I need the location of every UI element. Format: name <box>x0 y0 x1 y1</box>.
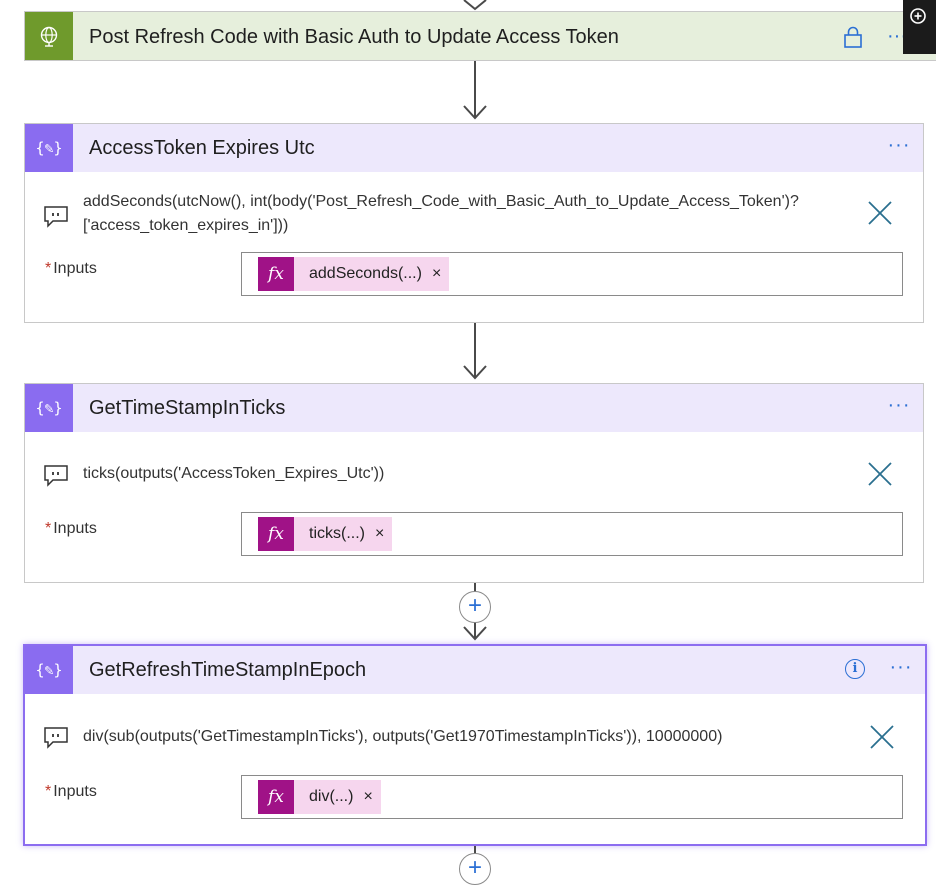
expression-text: div(sub(outputs('GetTimestampInTicks'), … <box>83 728 723 745</box>
compose-card-getrefreshtimestampinepoch[interactable]: {✎} GetRefreshTimeStampInEpoch i ··· div… <box>23 644 927 846</box>
inputs-label-text: Inputs <box>53 783 97 800</box>
globe-icon <box>40 26 58 47</box>
lock-icon[interactable] <box>841 25 865 49</box>
inputs-field[interactable]: fx addSeconds(...) × <box>241 252 903 296</box>
inputs-label: * Inputs <box>45 783 97 801</box>
fx-icon: fx <box>258 517 294 551</box>
fx-icon: fx <box>258 780 294 814</box>
token-remove-button[interactable]: × <box>363 788 372 806</box>
expression-token[interactable]: fx addSeconds(...) × <box>258 257 450 291</box>
insert-step-button[interactable]: + <box>459 591 491 623</box>
token-label: addSeconds(...) <box>309 265 422 282</box>
required-marker: * <box>45 260 52 277</box>
more-options-button[interactable]: ··· <box>885 135 913 160</box>
close-icon[interactable] <box>867 461 893 487</box>
expression-text: addSeconds(utcNow(), int(body('Post_Refr… <box>83 190 863 238</box>
card-header[interactable]: {✎} GetRefreshTimeStampInEpoch i ··· <box>25 646 925 694</box>
compose-card-accesstoken-expires-utc[interactable]: {✎} AccessToken Expires Utc ··· addSecon… <box>24 123 924 323</box>
expression-token[interactable]: fx ticks(...) × <box>258 517 393 551</box>
expression-token[interactable]: fx div(...) × <box>258 780 381 814</box>
zoom-in-button[interactable] <box>903 0 936 54</box>
inputs-label: * Inputs <box>45 260 97 278</box>
inputs-label-text: Inputs <box>53 260 97 277</box>
fx-icon: fx <box>258 257 294 291</box>
http-action-title: Post Refresh Code with Basic Auth to Upd… <box>89 26 619 48</box>
connector-arrow <box>463 105 487 120</box>
http-action-card[interactable]: Post Refresh Code with Basic Auth to Upd… <box>24 11 936 61</box>
card-title: GetRefreshTimeStampInEpoch <box>89 658 367 681</box>
connector-arrow <box>463 365 487 380</box>
compose-icon: {✎} <box>25 124 73 172</box>
card-title: AccessToken Expires Utc <box>89 136 315 159</box>
http-action-icon-tile <box>25 12 73 60</box>
required-marker: * <box>45 783 52 800</box>
card-title: GetTimeStampInTicks <box>89 396 286 419</box>
connector-arrow <box>463 626 487 641</box>
token-remove-button[interactable]: × <box>432 265 441 283</box>
token-remove-button[interactable]: × <box>375 525 384 543</box>
close-icon[interactable] <box>869 724 895 750</box>
inputs-field[interactable]: fx ticks(...) × <box>241 512 903 556</box>
close-icon[interactable] <box>867 200 893 226</box>
info-icon[interactable]: i <box>845 659 865 679</box>
expression-line-2: ['access_token_expires_in'])) <box>83 217 289 234</box>
compose-icon: {✎} <box>25 384 73 432</box>
token-label: ticks(...) <box>309 525 365 542</box>
expression-text: ticks(outputs('AccessToken_Expires_Utc')… <box>83 465 385 482</box>
card-header[interactable]: {✎} AccessToken Expires Utc ··· <box>25 124 923 172</box>
inputs-field[interactable]: fx div(...) × <box>241 775 903 819</box>
token-label: div(...) <box>309 788 354 805</box>
comment-icon <box>44 465 68 487</box>
comment-icon <box>44 727 68 749</box>
card-header[interactable]: {✎} GetTimeStampInTicks ··· <box>25 384 923 432</box>
compose-icon: {✎} <box>25 646 73 694</box>
expression-line-1: addSeconds(utcNow(), int(body('Post_Refr… <box>83 193 799 210</box>
inputs-label-text: Inputs <box>53 520 97 537</box>
inputs-label: * Inputs <box>45 520 97 538</box>
required-marker: * <box>45 520 52 537</box>
insert-step-button[interactable]: + <box>459 853 491 885</box>
comment-icon <box>44 206 68 228</box>
more-options-button[interactable]: ··· <box>887 657 915 682</box>
compose-card-gettimestampinticks[interactable]: {✎} GetTimeStampInTicks ··· ticks(output… <box>24 383 924 583</box>
zoom-in-icon <box>910 8 926 24</box>
more-options-button[interactable]: ··· <box>885 395 913 420</box>
